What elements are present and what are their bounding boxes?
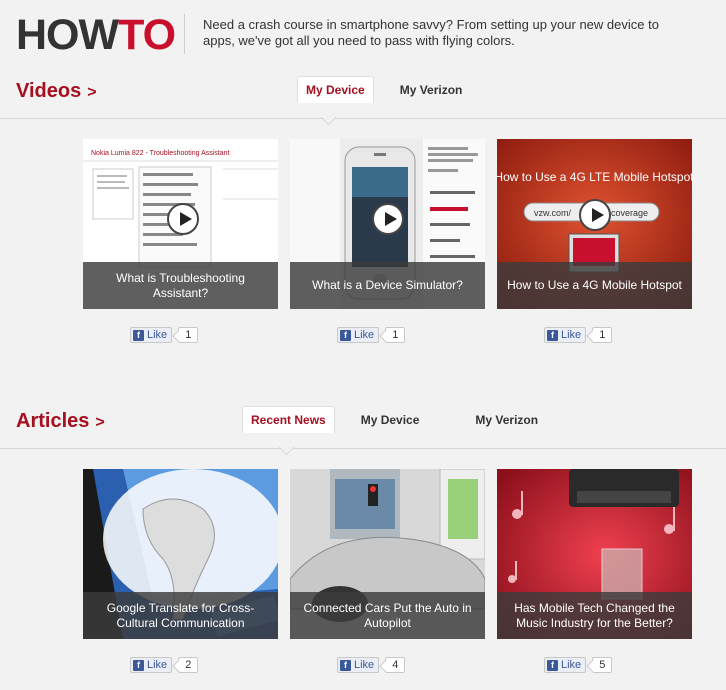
facebook-like: f Like 2	[130, 657, 199, 673]
facebook-like: f Like 5	[544, 657, 613, 673]
video-caption: What is a Device Simulator?	[290, 262, 485, 309]
facebook-like: f Like 1	[544, 327, 613, 343]
facebook-icon: f	[133, 659, 144, 671]
like-count: 5	[592, 657, 613, 673]
logo-how: HOW	[16, 11, 119, 59]
like-count: 1	[178, 327, 199, 343]
articles-title: Articles	[16, 410, 90, 432]
svg-text:vzw.com/: vzw.com/	[534, 208, 572, 218]
tab-videos-my-device[interactable]: My Device	[297, 76, 374, 103]
video-caption: What is Troubleshooting Assistant?	[83, 262, 278, 309]
facebook-icon: f	[547, 659, 558, 671]
video-card[interactable]: What is a Device Simulator?	[290, 139, 485, 309]
videos-title: Videos	[16, 80, 82, 102]
videos-tabs: My Device My Verizon	[297, 76, 488, 103]
facebook-icon: f	[340, 659, 351, 671]
facebook-icon: f	[547, 329, 558, 341]
facebook-like: f Like 4	[337, 657, 406, 673]
videos-divider	[0, 118, 726, 119]
video-card[interactable]: Nokia Lumia 822 - Troubleshooting Assist…	[83, 139, 278, 309]
like-count: 2	[178, 657, 199, 673]
like-button[interactable]: f Like	[337, 657, 380, 673]
facebook-icon: f	[340, 329, 351, 341]
articles-tabs: Recent News My Device My Verizon	[242, 406, 564, 433]
facebook-like: f Like 1	[337, 327, 406, 343]
facebook-icon: f	[133, 329, 144, 341]
svg-text:coverage: coverage	[611, 208, 648, 218]
articles-divider	[0, 448, 726, 449]
article-card[interactable]: Has Mobile Tech Changed the Music Indust…	[497, 469, 692, 639]
chevron-right-icon: >	[87, 84, 97, 101]
header-divider	[184, 14, 185, 54]
like-button[interactable]: f Like	[130, 327, 173, 343]
logo-to: TO	[118, 11, 176, 59]
tab-articles-recent-news[interactable]: Recent News	[242, 406, 335, 433]
like-count: 1	[592, 327, 613, 343]
article-caption: Has Mobile Tech Changed the Music Indust…	[497, 592, 692, 639]
howto-logo[interactable]: HOWTO	[16, 10, 176, 60]
video-caption: How to Use a 4G Mobile Hotspot	[497, 262, 692, 309]
video-card[interactable]: How to Use a 4G LTE Mobile Hotspot vzw.c…	[497, 139, 692, 309]
play-icon[interactable]	[167, 203, 199, 235]
play-icon[interactable]	[579, 199, 611, 231]
tab-articles-my-verizon[interactable]: My Verizon	[467, 407, 546, 433]
play-icon[interactable]	[372, 203, 404, 235]
tab-articles-my-device[interactable]: My Device	[353, 407, 428, 433]
like-count: 1	[385, 327, 406, 343]
like-button[interactable]: f Like	[544, 327, 587, 343]
tab-pointer	[320, 109, 337, 126]
like-button[interactable]: f Like	[130, 657, 173, 673]
like-button[interactable]: f Like	[544, 657, 587, 673]
article-caption: Google Translate for Cross-Cultural Comm…	[83, 592, 278, 639]
videos-heading[interactable]: Videos >	[16, 80, 97, 103]
chevron-right-icon: >	[95, 414, 105, 431]
svg-text:Nokia Lumia 822 - Troubleshoot: Nokia Lumia 822 - Troubleshooting Assist…	[91, 150, 230, 157]
tab-videos-my-verizon[interactable]: My Verizon	[392, 77, 471, 103]
article-card[interactable]: Connected Cars Put the Auto in Autopilot	[290, 469, 485, 639]
articles-heading[interactable]: Articles >	[16, 410, 105, 433]
tab-pointer	[278, 439, 295, 456]
article-caption: Connected Cars Put the Auto in Autopilot	[290, 592, 485, 639]
article-card[interactable]: Google Translate for Cross-Cultural Comm…	[83, 469, 278, 639]
like-count: 4	[385, 657, 406, 673]
svg-text:How to Use a 4G LTE Mobile Hot: How to Use a 4G LTE Mobile Hotspot	[497, 170, 692, 184]
tagline: Need a crash course in smartphone savvy?…	[203, 17, 659, 48]
facebook-like: f Like 1	[130, 327, 199, 343]
like-button[interactable]: f Like	[337, 327, 380, 343]
